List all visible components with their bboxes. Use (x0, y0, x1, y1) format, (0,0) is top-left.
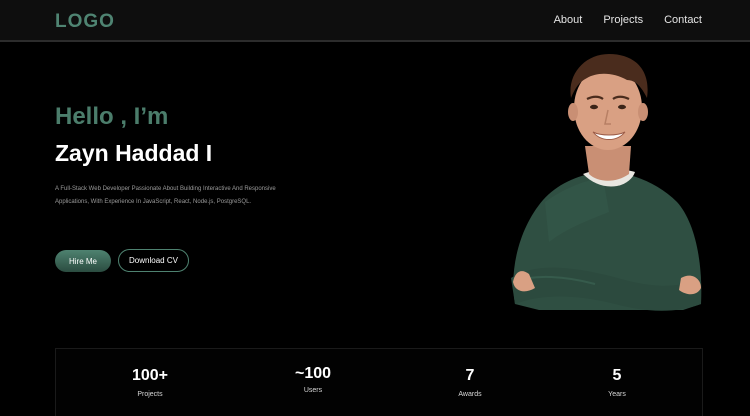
nav-link-contact[interactable]: Contact (664, 14, 702, 26)
hire-me-button[interactable]: Hire Me (55, 250, 111, 272)
stat-value: ~100 (294, 365, 332, 382)
stat-awards: 7 Awards (420, 366, 520, 398)
stat-label: Projects (137, 391, 163, 398)
stat-projects: 100+ Projects (100, 366, 200, 398)
profile-portrait (511, 54, 702, 311)
stat-value: 5 (612, 367, 622, 384)
nav-links: About Projects Contact (554, 14, 702, 26)
stat-years: 5 Years (567, 366, 667, 398)
stat-label: Awards (458, 391, 482, 398)
stats-section: 100+ Projects ~100 Users 7 Awards 5 Year… (55, 348, 703, 416)
nav-link-projects[interactable]: Projects (603, 14, 643, 26)
hero-description: A Full-Stack Web Developer Passionate Ab… (55, 186, 276, 205)
stat-value: 100+ (131, 367, 169, 384)
hero-greeting: Hello , I’m (55, 103, 169, 130)
nav-link-about[interactable]: About (554, 14, 583, 26)
stat-value: 7 (465, 367, 475, 384)
logo[interactable]: LOGO (55, 11, 115, 33)
download-cv-button[interactable]: Download CV (118, 249, 189, 272)
top-navbar: LOGO About Projects Contact (0, 0, 750, 42)
portfolio-page: LOGO About Projects Contact Hello , I’m … (0, 0, 750, 416)
stat-users: ~100 Users (263, 365, 363, 394)
hero-name: Zayn Haddad I (55, 140, 213, 166)
stat-label: Years (608, 391, 626, 398)
stat-label: Users (303, 387, 323, 394)
